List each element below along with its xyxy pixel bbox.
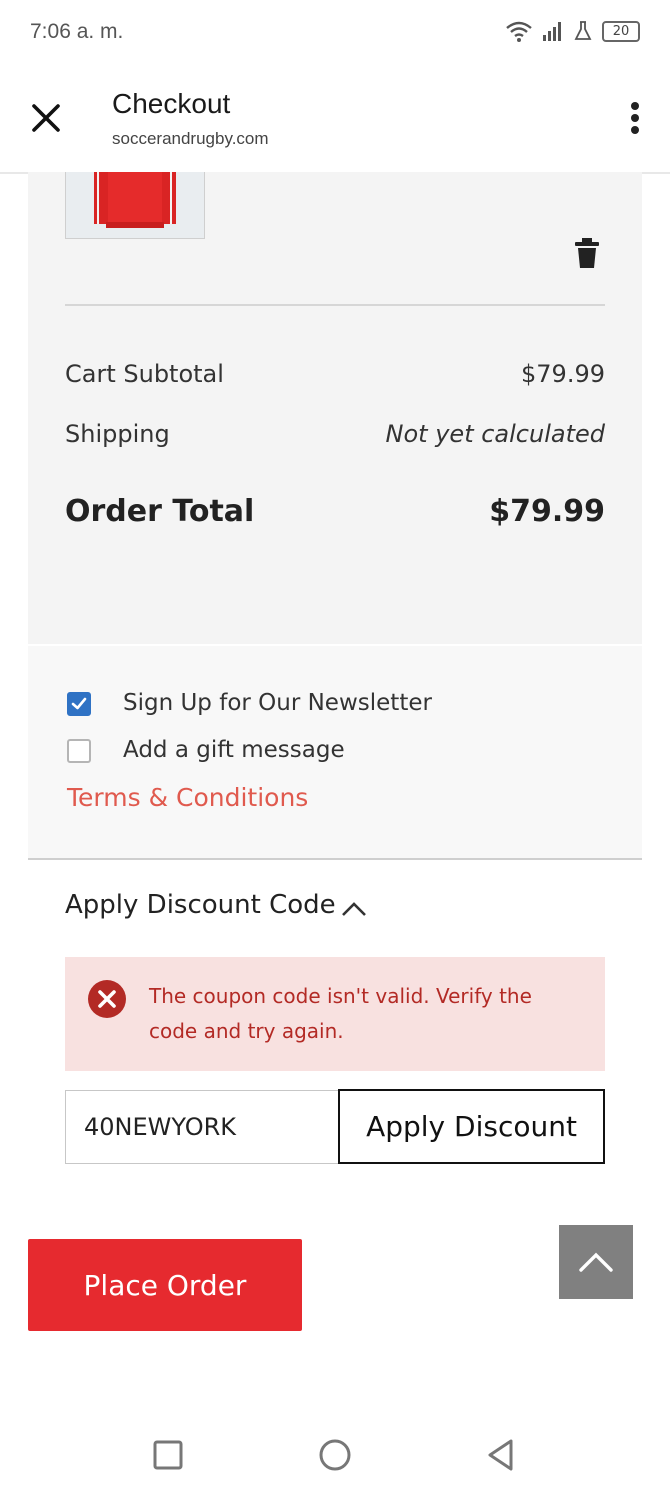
terms-conditions-link[interactable]: Terms & Conditions: [67, 783, 308, 812]
wifi-icon: [506, 21, 532, 42]
discount-section-toggle[interactable]: Apply Discount Code: [65, 890, 336, 920]
battery-indicator: 20: [602, 20, 640, 42]
coupon-code-input[interactable]: [65, 1090, 339, 1164]
scroll-to-top-button[interactable]: [559, 1225, 633, 1299]
coupon-error-message: The coupon code isn't valid. Verify the …: [65, 957, 605, 1071]
status-icons: 20: [506, 20, 640, 42]
shipping-value: Not yet calculated: [385, 420, 605, 448]
subtotal-label: Cart Subtotal: [65, 360, 224, 388]
gift-message-checkbox[interactable]: [67, 739, 91, 763]
shipping-label: Shipping: [65, 420, 170, 448]
order-total-value: $79.99: [489, 494, 605, 529]
checkout-header: Checkout soccerandrugby.com: [0, 68, 670, 174]
apply-discount-button[interactable]: Apply Discount: [338, 1089, 605, 1164]
more-vert-icon[interactable]: [628, 102, 642, 136]
newsletter-label[interactable]: Sign Up for Our Newsletter: [123, 690, 432, 716]
jacket-image: [94, 172, 176, 228]
chevron-up-icon[interactable]: [340, 900, 368, 918]
home-icon[interactable]: [312, 1432, 358, 1478]
order-total-label: Order Total: [65, 494, 255, 529]
trash-icon[interactable]: [572, 236, 602, 270]
status-time: 7:06 a. m.: [30, 20, 124, 43]
checkmark-icon: [71, 697, 87, 710]
signal-icon: [543, 22, 561, 41]
page-title: Checkout: [112, 88, 231, 119]
order-summary: Cart Subtotal $79.99 Shipping Not yet ca…: [28, 172, 642, 644]
recent-apps-icon[interactable]: [145, 1432, 191, 1478]
place-order-button[interactable]: Place Order: [28, 1239, 302, 1331]
error-text: The coupon code isn't valid. Verify the …: [149, 984, 532, 1043]
lab-flask-icon: [574, 21, 592, 40]
gift-message-label[interactable]: Add a gift message: [123, 737, 345, 763]
error-circle-icon: [88, 980, 126, 1018]
checkout-options: Sign Up for Our Newsletter Add a gift me…: [28, 646, 642, 860]
product-thumbnail: [65, 172, 205, 239]
back-icon[interactable]: [478, 1432, 524, 1478]
close-icon[interactable]: [26, 98, 66, 138]
newsletter-checkbox[interactable]: [67, 692, 91, 716]
subtotal-value: $79.99: [521, 360, 605, 388]
arrow-up-icon: [579, 1252, 613, 1272]
site-domain: soccerandrugby.com: [112, 129, 269, 148]
summary-divider: [65, 304, 605, 306]
